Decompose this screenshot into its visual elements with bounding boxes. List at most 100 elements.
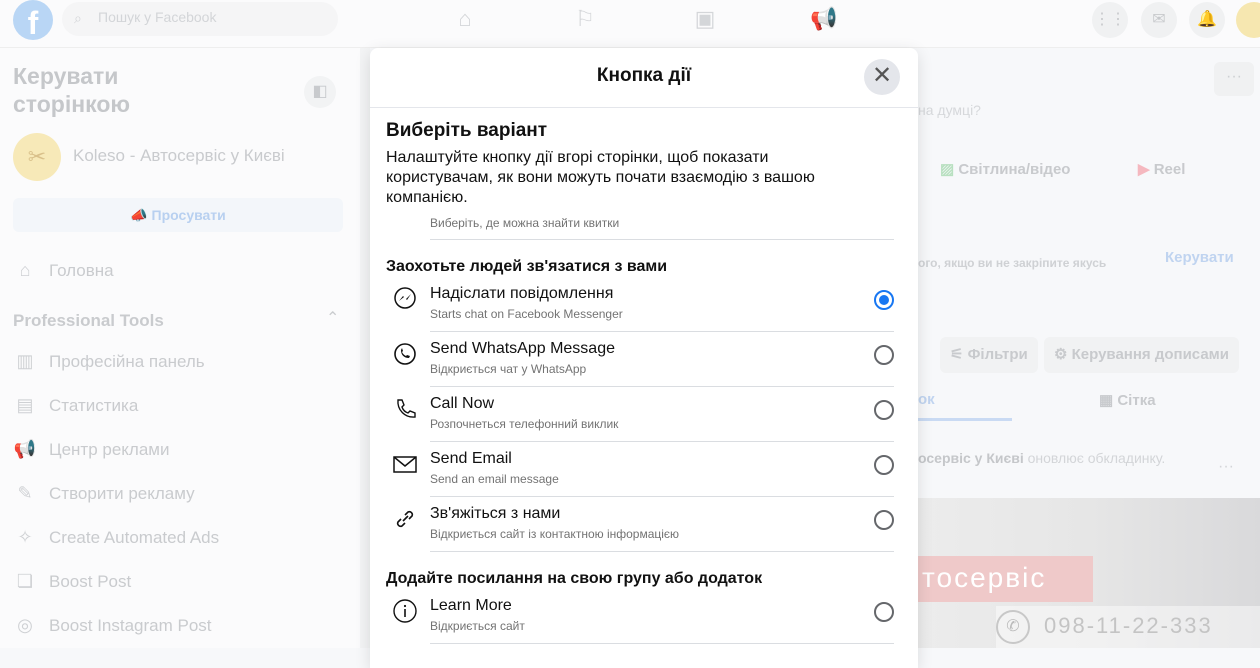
option-title: Send WhatsApp Message [430,340,615,357]
option-radio[interactable] [874,510,894,530]
option-subtitle: Розпочнеться телефонний виклик [430,417,619,431]
divider [430,441,894,442]
option-radio[interactable] [874,345,894,365]
option-row[interactable]: Learn More Відкриється сайт [370,594,918,649]
cover-phone: 098-11-22-333 [1044,613,1213,638]
action-button-dialog: Кнопка дії ✕ Виберіть варіант Налаштуйте… [370,48,918,668]
more-options-icon[interactable]: ··· [1214,62,1254,96]
insights-icon: ▤ [16,395,34,415]
sidebar-item-label: Boost Post [49,572,132,591]
option-title: Learn More [430,597,512,614]
manage-posts-button[interactable]: ⚙ Керування дописами [1044,337,1239,373]
clipped-row: Виберіть, де можна знайти квитки [370,208,918,240]
close-button[interactable]: ✕ [864,59,900,95]
avatar[interactable] [1236,2,1260,38]
info-icon [393,599,417,623]
megaphone-icon: 📢 [13,439,37,459]
magic-wand-icon: ✧ [17,527,33,547]
close-icon: ✕ [871,62,893,89]
manage-link[interactable]: Керувати [1165,249,1234,266]
option-row[interactable]: Call Now Розпочнеться телефонний виклик [370,392,918,447]
professional-tools-heading: Professional Tools [13,311,164,330]
page-feed-background [918,60,1260,498]
option-subtitle: Відкриється сайт [430,619,525,633]
option-row[interactable]: Зв'яжіться з нами Відкриється сайт із кон… [370,502,918,557]
promote-label: Просувати [151,207,226,223]
promote-button[interactable]: 📣 Просувати [13,198,343,232]
sidebar-title: Керувати сторінкою [13,63,131,117]
page-name[interactable]: Koleso - Автосервіс у Києві [73,146,285,166]
sidebar-item[interactable]: ❏ Boost Post [13,567,131,597]
option-title: Зв'яжіться з нами [430,505,561,522]
collapse-sidebar-icon[interactable]: ◧ [304,76,336,108]
flag-icon[interactable]: ⚐ [572,6,598,32]
option-radio[interactable] [874,455,894,475]
option-title: Call Now [430,395,495,412]
divider [430,496,894,497]
chevron-up-icon[interactable]: ⌃ [326,308,339,328]
dialog-header: Кнопка дії ✕ [370,48,918,108]
composer-placeholder[interactable]: на думці? [918,102,981,118]
divider [430,643,894,644]
megaphone-icon[interactable]: 📢 [810,6,837,32]
home-icon[interactable]: ⌂ [452,6,478,32]
option-subtitle: Відкриється сайт із контактною інформаці… [430,527,680,541]
dialog-description: Налаштуйте кнопку дії вгорі сторінки, що… [386,149,815,206]
page-avatar[interactable]: ✂ [13,133,61,181]
tab-grid[interactable]: ▦ Сітка [1099,391,1156,409]
dialog-title: Кнопка дії [596,65,692,86]
divider [430,239,894,240]
pinned-text: ого, якщо ви не закріпите якусь [918,256,1107,270]
whatsapp-icon [394,343,416,365]
divider [430,386,894,387]
option-subtitle: Starts chat on Facebook Messenger [430,307,623,321]
search-placeholder: Пошук у Facebook [98,9,217,25]
boost-icon: ❏ [16,571,34,591]
post-author[interactable]: осервіс у Києві [918,450,1024,466]
option-title: Надіслати повідомлення [430,285,614,302]
filters-button[interactable]: ⚟ Фільтри [940,337,1038,373]
menu-grid-icon[interactable]: ⋮⋮ [1092,2,1128,38]
sidebar-item[interactable]: ▥ Професійна панель [13,347,205,377]
option-row[interactable]: Send Email Send an email message [370,447,918,502]
section-heading-links: Додайте посилання на свою групу або дода… [386,570,763,587]
tab-list[interactable]: ок [918,391,935,408]
reel-button[interactable]: ▶ Reel [1138,160,1185,178]
messenger-icon[interactable]: ✉ [1141,2,1177,38]
cover-photo[interactable]: тосервіс ✆ 098-11-22-333 [918,498,1260,648]
option-row[interactable]: Надіслати повідомлення Starts chat on Fac… [370,282,918,337]
notifications-icon[interactable]: 🔔 [1189,2,1225,38]
sidebar-item[interactable]: ◎ Boost Instagram Post [13,611,211,641]
search-icon: ⌕ [74,10,82,26]
search-input[interactable]: ⌕ Пошук у Facebook [62,2,338,36]
sidebar-item-home[interactable]: ⌂ Головна [13,256,114,286]
tab-grid-label: Сітка [1117,392,1156,409]
ads-icon[interactable]: ▣ [692,6,718,32]
gutter [360,48,370,648]
photo-video-button[interactable]: ▨ Світлина/відео [940,160,1070,178]
link-icon [396,510,414,528]
sidebar-item[interactable]: ✎ Створити рекламу [13,479,195,509]
sidebar-item[interactable]: ✧ Create Automated Ads [13,523,219,553]
instagram-icon: ◎ [17,615,33,635]
phone-icon [397,399,416,418]
option-row[interactable]: Send WhatsApp Message Відкриється чат у W… [370,337,918,392]
divider [430,331,894,332]
email-icon [393,456,417,473]
photo-icon: ▨ [940,161,959,178]
sidebar-item[interactable]: ▤ Статистика [13,391,138,421]
sidebar-item-label: Професійна панель [49,352,205,371]
sidebar-item-label: Статистика [49,396,139,415]
messenger-icon [394,287,416,309]
option-radio[interactable] [874,602,894,622]
option-radio[interactable] [874,400,894,420]
megaphone-icon: 📣 [130,207,152,223]
sidebar-item[interactable]: 📢 Центр реклами [13,435,170,465]
edit-icon: ✎ [17,483,33,503]
photo-video-label: Світлина/відео [958,161,1071,178]
sidebar-item-label: Create Automated Ads [49,528,220,547]
option-radio[interactable] [874,290,894,310]
facebook-logo[interactable]: f [13,0,53,40]
sidebar-item-label: Створити рекламу [49,484,195,503]
post-more-icon[interactable]: ··· [1218,458,1234,476]
